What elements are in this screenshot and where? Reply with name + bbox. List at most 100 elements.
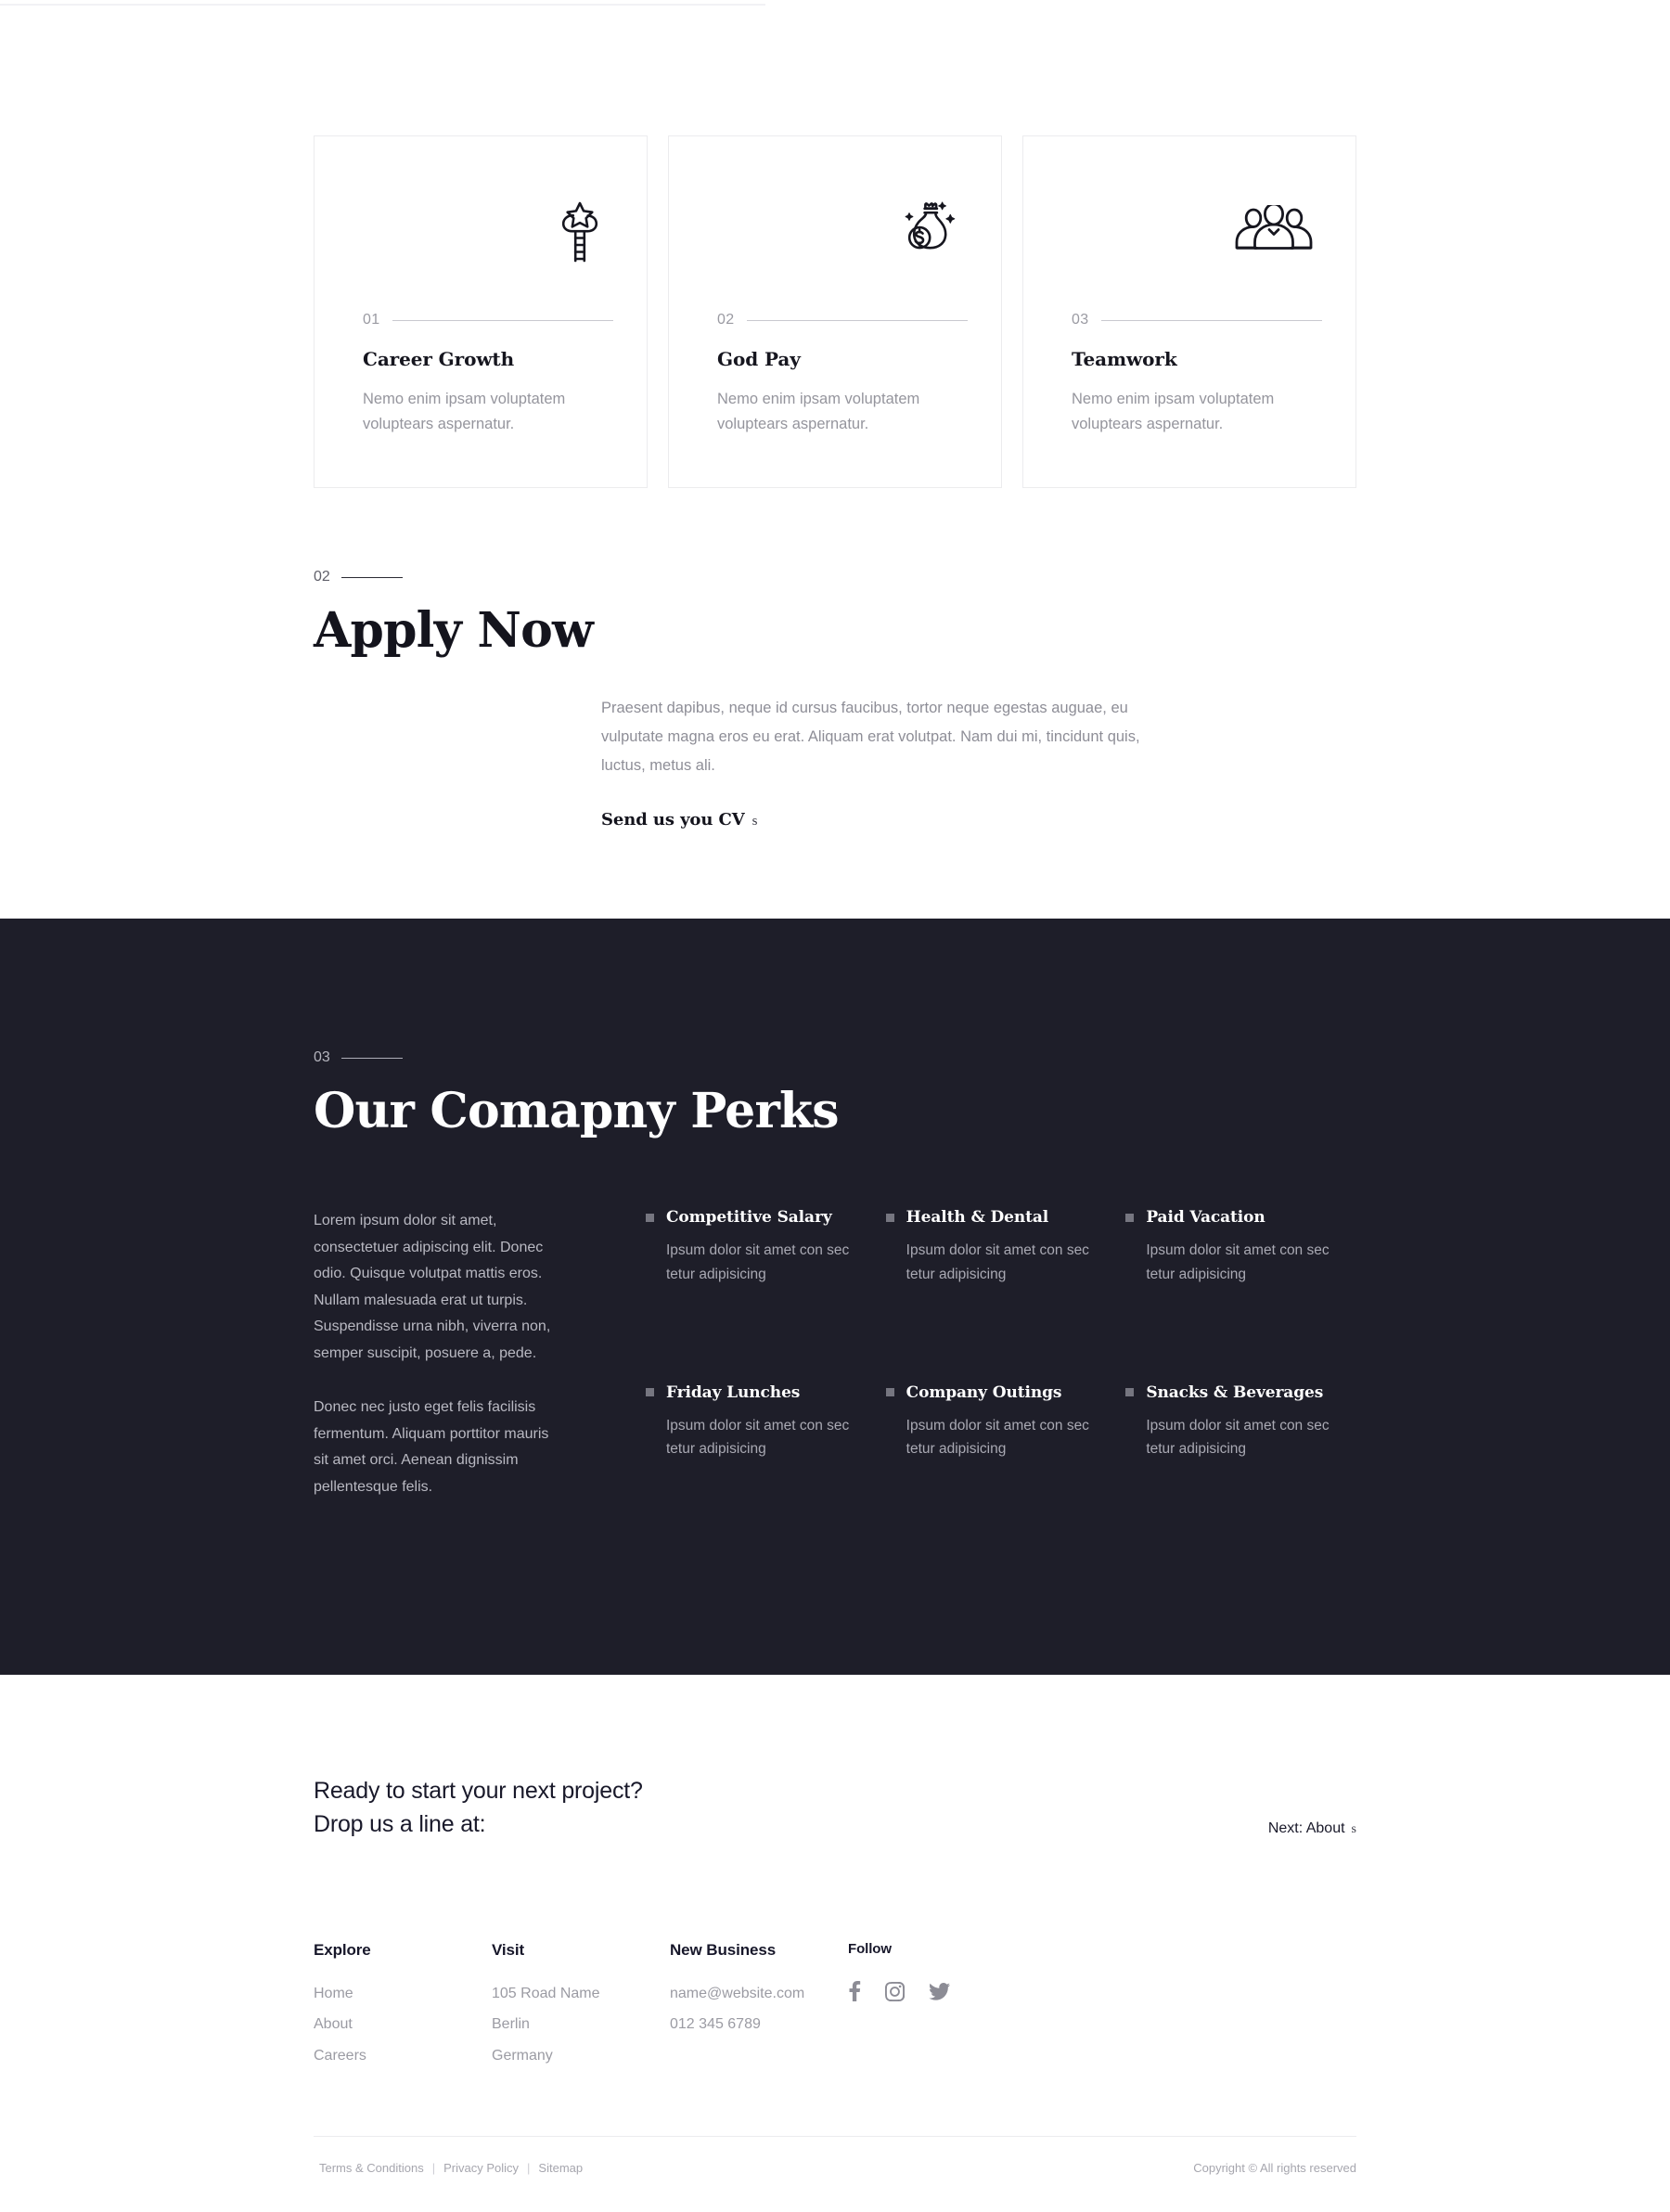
privacy-link[interactable]: Privacy Policy	[443, 2161, 519, 2175]
section-eyebrow: 03	[314, 1050, 403, 1065]
perk-name: Health & Dental	[906, 1208, 1049, 1228]
list-item: About	[314, 2013, 492, 2036]
address-street: 105 Road Name	[492, 1986, 600, 2002]
square-bullet-icon	[646, 1213, 654, 1222]
legal-separator: |	[527, 2160, 531, 2175]
perks-intro: Lorem ipsum dolor sit amet, consectetuer…	[314, 1208, 592, 1500]
perk-name: Snacks & Beverages	[1146, 1382, 1324, 1402]
perk-description: Ipsum dolor sit amet con sec tetur adipi…	[906, 1417, 1089, 1458]
card-rule	[392, 319, 613, 321]
card-number: 01	[363, 312, 380, 328]
perk-description: Ipsum dolor sit amet con sec tetur adipi…	[1146, 1242, 1330, 1282]
contact-cta-text: Ready to start your next project? Drop u…	[314, 1775, 643, 1841]
cta-line-2: Drop us a line at:	[314, 1810, 486, 1837]
perk-head: Competitive Salary	[646, 1208, 858, 1227]
benefit-card[interactable]: 03 Teamwork Nemo enim ipsam voluptatem v…	[1022, 135, 1356, 488]
perk-head: Friday Lunches	[646, 1383, 858, 1402]
perk-item: Competitive Salary Ipsum dolor sit amet …	[646, 1208, 877, 1325]
next-page-link[interactable]: Next: About s	[1268, 1820, 1356, 1841]
apply-paragraph: Praesent dapibus, neque id cursus faucib…	[601, 700, 1140, 775]
top-hairline-divider	[0, 4, 765, 6]
twitter-icon	[929, 1982, 950, 2000]
list-item: 105 Road Name	[492, 1982, 670, 2005]
group-of-people-icon	[1072, 168, 1322, 296]
benefit-card[interactable]: 01 Career Growth Nemo enim ipsam volupta…	[314, 135, 648, 488]
footer-link-careers[interactable]: Careers	[314, 2048, 366, 2064]
facebook-link[interactable]	[848, 1981, 861, 2002]
ladder-to-star-cloud-icon	[363, 168, 613, 296]
twitter-link[interactable]	[929, 1982, 950, 2000]
sitemap-link[interactable]: Sitemap	[538, 2161, 583, 2175]
perk-description: Ipsum dolor sit amet con sec tetur adipi…	[1146, 1417, 1330, 1458]
perk-head: Company Outings	[885, 1382, 1098, 1402]
list-item: Careers	[314, 2044, 492, 2067]
list-item: 012 345 6789	[670, 2013, 848, 2036]
perk-description: Ipsum dolor sit amet con sec tetur adipi…	[666, 1242, 850, 1282]
footer-section: Ready to start your next project? Drop u…	[0, 1675, 1670, 2212]
contact-phone-link[interactable]: 012 345 6789	[670, 2016, 761, 2032]
card-title: Career Growth	[363, 348, 515, 370]
section-rule	[340, 1057, 403, 1059]
contact-email-link[interactable]: name@website.com	[670, 1986, 804, 2001]
perk-description: Ipsum dolor sit amet con sec tetur adipi…	[666, 1417, 850, 1458]
perk-description: Ipsum dolor sit amet con sec tetur adipi…	[906, 1242, 1089, 1282]
square-bullet-icon	[885, 1388, 894, 1397]
perks-grid: Lorem ipsum dolor sit amet, consectetuer…	[314, 1208, 1356, 1500]
list-item: Home	[314, 1982, 492, 2005]
arrow-right-icon: s	[752, 814, 758, 830]
section-number: 02	[314, 569, 330, 585]
card-meta: 01	[363, 313, 613, 328]
benefit-card[interactable]: 02 God Pay Nemo enim ipsam voluptatem vo…	[668, 135, 1002, 488]
card-number: 03	[1072, 312, 1089, 328]
card-title: God Pay	[717, 348, 801, 370]
list-item: Germany	[492, 2044, 670, 2067]
perk-head: Paid Vacation	[1125, 1208, 1338, 1227]
footer-heading-new-business: New Business	[670, 1941, 777, 1960]
instagram-link[interactable]	[885, 1981, 905, 2001]
benefit-cards-row: 01 Career Growth Nemo enim ipsam volupta…	[314, 135, 1356, 488]
card-description: Nemo enim ipsam voluptatem voluptears as…	[1072, 391, 1275, 432]
footer-explore-list: Home About Careers	[314, 1982, 492, 2067]
legal-links: Terms & Conditions | Privacy Policy | Si…	[319, 2161, 583, 2175]
apply-body: Praesent dapibus, neque id cursus faucib…	[601, 694, 1158, 830]
perk-name: Company Outings	[906, 1382, 1062, 1402]
instagram-icon	[885, 1981, 905, 2001]
footer-link-home[interactable]: Home	[314, 1986, 353, 2001]
card-title: Teamwork	[1072, 348, 1177, 370]
apply-now-section: 02 Apply Now Praesent dapibus, neque id …	[0, 488, 1670, 919]
section-rule	[340, 576, 403, 578]
list-item: name@website.com	[670, 1982, 848, 2005]
footer-heading-explore: Explore	[314, 1941, 371, 1960]
perks-item-grid: Competitive Salary Ipsum dolor sit amet …	[592, 1208, 1356, 1500]
footer-visit-list: 105 Road Name Berlin Germany	[492, 1982, 670, 2067]
card-meta: 03	[1072, 313, 1322, 328]
benefit-cards-section: 01 Career Growth Nemo enim ipsam volupta…	[0, 0, 1670, 488]
footer-column-explore: Explore Home About Careers	[314, 1941, 492, 2075]
footer-columns: Explore Home About Careers Visit 105 Roa…	[314, 1941, 1356, 2075]
square-bullet-icon	[646, 1388, 654, 1397]
send-cv-link[interactable]: Send us you CV s	[601, 810, 757, 830]
perk-item: Health & Dental Ipsum dolor sit amet con…	[885, 1208, 1117, 1325]
legal-bar: Terms & Conditions | Privacy Policy | Si…	[314, 2161, 1356, 2175]
perks-intro-paragraph: Donec nec justo eget felis facilisis fer…	[314, 1399, 549, 1495]
social-links-row	[848, 1981, 1356, 2002]
card-description: Nemo enim ipsam voluptatem voluptears as…	[363, 391, 566, 432]
terms-link[interactable]: Terms & Conditions	[319, 2161, 424, 2175]
footer-link-about[interactable]: About	[314, 2016, 353, 2032]
page-title: Our Comapny Perks	[314, 1083, 840, 1140]
footer-column-follow: Follow	[848, 1941, 1356, 2075]
next-page-label: Next: About	[1267, 1820, 1345, 1837]
cta-line-1: Ready to start your next project?	[314, 1778, 643, 1805]
square-bullet-icon	[885, 1213, 894, 1222]
card-rule	[747, 319, 968, 321]
perk-name: Competitive Salary	[666, 1208, 832, 1228]
page-title: Apply Now	[314, 602, 594, 659]
card-number: 02	[717, 312, 735, 328]
page-root: 01 Career Growth Nemo enim ipsam volupta…	[0, 0, 1670, 2212]
send-cv-label: Send us you CV	[601, 810, 745, 830]
square-bullet-icon	[1125, 1213, 1135, 1222]
contact-cta-row: Ready to start your next project? Drop u…	[314, 1775, 1356, 1841]
footer-column-new-business: New Business name@website.com 012 345 67…	[670, 1941, 848, 2075]
square-bullet-icon	[1125, 1388, 1135, 1397]
section-eyebrow: 02	[314, 570, 403, 585]
